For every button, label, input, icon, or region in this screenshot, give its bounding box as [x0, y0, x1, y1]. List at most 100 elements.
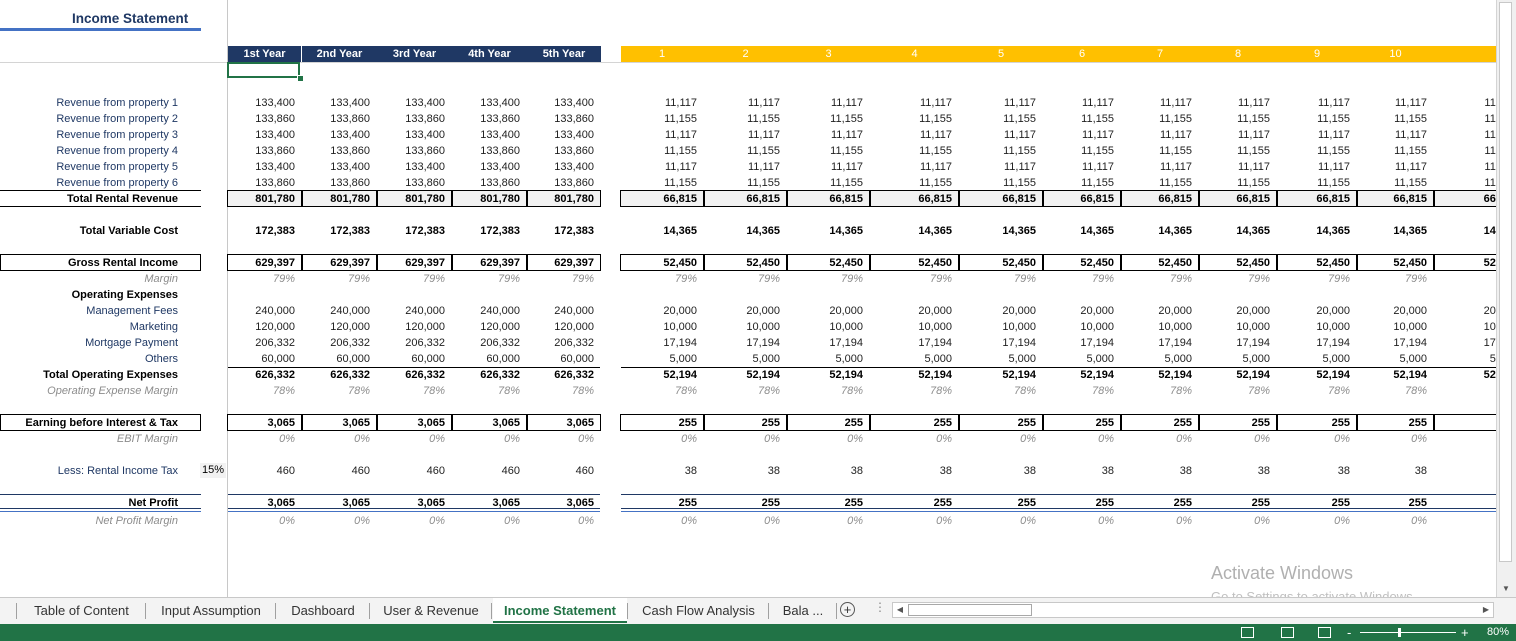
cell-rev3-month-4[interactable]: 11,117: [871, 128, 952, 142]
cell-ebit_margin-year-3[interactable]: 0%: [378, 432, 445, 446]
cell-rev2-year-1[interactable]: 133,860: [228, 112, 295, 126]
cell-total_opex-month-8[interactable]: 52,194: [1200, 368, 1270, 382]
cell-mgmt-month-4[interactable]: 20,000: [871, 304, 952, 318]
cell-mkt-month-10[interactable]: 10,000: [1358, 320, 1427, 334]
cell-others-year-3[interactable]: 60,000: [378, 352, 445, 366]
cell-total_opex-month-3[interactable]: 52,194: [788, 368, 863, 382]
cell-mort-month-2[interactable]: 17,194: [705, 336, 780, 350]
cell-mort-month-6[interactable]: 17,194: [1044, 336, 1114, 350]
cell-rev2-year-5[interactable]: 133,860: [528, 112, 594, 126]
cell-mgmt-year-4[interactable]: 240,000: [453, 304, 520, 318]
cell-rev3-month-1[interactable]: 11,117: [621, 128, 697, 142]
cell-total_rev-month-4[interactable]: 66,815: [871, 192, 952, 206]
cell-net-month-5[interactable]: 255: [960, 496, 1036, 510]
cell-rev5-month-6[interactable]: 11,117: [1044, 160, 1114, 174]
cell-others-month-4[interactable]: 5,000: [871, 352, 952, 366]
cell-ebit-year-2[interactable]: 3,065: [303, 416, 370, 430]
cell-rev2-year-4[interactable]: 133,860: [453, 112, 520, 126]
cell-rev5-year-5[interactable]: 133,400: [528, 160, 594, 174]
cell-mkt-month-9[interactable]: 10,000: [1278, 320, 1350, 334]
cell-ebit-year-4[interactable]: 3,065: [453, 416, 520, 430]
cell-net_margin-month-4[interactable]: 0%: [871, 514, 952, 528]
cell-tax-year-2[interactable]: 460: [303, 464, 370, 478]
cell-mort-year-5[interactable]: 206,332: [528, 336, 594, 350]
cell-rev1-month-1[interactable]: 11,117: [621, 96, 697, 110]
cell-margin-year-3[interactable]: 79%: [378, 272, 445, 286]
cell-tax-month-5[interactable]: 38: [960, 464, 1036, 478]
sheet-tab-user-revenue[interactable]: User & Revenue: [371, 598, 491, 623]
cell-opex_margin-year-1[interactable]: 78%: [228, 384, 295, 398]
cell-net_margin-month-8[interactable]: 0%: [1200, 514, 1270, 528]
cell-gross-year-3[interactable]: 629,397: [378, 256, 445, 270]
cell-net-year-4[interactable]: 3,065: [453, 496, 520, 510]
cell-rev1-year-5[interactable]: 133,400: [528, 96, 594, 110]
cell-rev1-month-2[interactable]: 11,117: [705, 96, 780, 110]
cell-margin-month-1[interactable]: 79%: [621, 272, 697, 286]
cell-rev3-year-2[interactable]: 133,400: [303, 128, 370, 142]
sheet-tab-dashboard[interactable]: Dashboard: [277, 598, 369, 623]
cell-total_rev-month-11[interactable]: 66,8: [1435, 192, 1496, 206]
cell-gross-month-6[interactable]: 52,450: [1044, 256, 1114, 270]
cell-margin-month-8[interactable]: 79%: [1200, 272, 1270, 286]
cell-tax-month-1[interactable]: 38: [621, 464, 697, 478]
tax-rate-cell[interactable]: 15%: [200, 463, 226, 478]
cell-mgmt-month-6[interactable]: 20,000: [1044, 304, 1114, 318]
cell-total_opex-month-9[interactable]: 52,194: [1278, 368, 1350, 382]
cell-rev2-year-2[interactable]: 133,860: [303, 112, 370, 126]
sheet-tab-input-assumption[interactable]: Input Assumption: [147, 598, 275, 623]
add-sheet-icon[interactable]: +: [840, 602, 855, 617]
cell-rev5-month-4[interactable]: 11,117: [871, 160, 952, 174]
cell-others-month-1[interactable]: 5,000: [621, 352, 697, 366]
cell-rev2-month-1[interactable]: 11,155: [621, 112, 697, 126]
cell-net-month-8[interactable]: 255: [1200, 496, 1270, 510]
cell-rev1-month-11[interactable]: 11,1: [1435, 96, 1496, 110]
sheet-tab-income-statement[interactable]: Income Statement: [493, 598, 627, 623]
cell-net-month-6[interactable]: 255: [1044, 496, 1114, 510]
tab-overflow-icon[interactable]: ⋮: [874, 600, 886, 614]
cell-others-month-9[interactable]: 5,000: [1278, 352, 1350, 366]
cell-mkt-month-11[interactable]: 10,0: [1435, 320, 1496, 334]
cell-mort-month-11[interactable]: 17,1: [1435, 336, 1496, 350]
cell-margin-month-7[interactable]: 79%: [1122, 272, 1192, 286]
zoom-level[interactable]: 80%: [1487, 624, 1509, 641]
cell-gross-month-8[interactable]: 52,450: [1200, 256, 1270, 270]
cell-rev2-month-2[interactable]: 11,155: [705, 112, 780, 126]
cell-rev6-month-2[interactable]: 11,155: [705, 176, 780, 190]
cell-var_cost-month-10[interactable]: 14,365: [1358, 224, 1427, 238]
cell-total_opex-month-11[interactable]: 52,1: [1435, 368, 1496, 382]
cell-rev1-month-4[interactable]: 11,117: [871, 96, 952, 110]
cell-var_cost-month-5[interactable]: 14,365: [960, 224, 1036, 238]
cell-mkt-year-1[interactable]: 120,000: [228, 320, 295, 334]
sheet-tab-bala[interactable]: Bala ...: [770, 598, 836, 623]
horizontal-scroll-thumb[interactable]: [908, 604, 1032, 616]
cell-net_margin-year-4[interactable]: 0%: [453, 514, 520, 528]
sheet-tab-table-of-content[interactable]: Table of Content: [18, 598, 145, 623]
cell-total_rev-year-4[interactable]: 801,780: [453, 192, 520, 206]
cell-rev6-month-10[interactable]: 11,155: [1358, 176, 1427, 190]
cell-rev3-year-4[interactable]: 133,400: [453, 128, 520, 142]
cell-net_margin-month-9[interactable]: 0%: [1278, 514, 1350, 528]
cell-net-month-10[interactable]: 255: [1358, 496, 1427, 510]
cell-rev4-month-3[interactable]: 11,155: [788, 144, 863, 158]
cell-var_cost-year-3[interactable]: 172,383: [378, 224, 445, 238]
cell-margin-month-5[interactable]: 79%: [960, 272, 1036, 286]
cell-ebit-month-9[interactable]: 255: [1278, 416, 1350, 430]
zoom-slider[interactable]: [1360, 632, 1456, 633]
cell-ebit_margin-month-8[interactable]: 0%: [1200, 432, 1270, 446]
cell-rev2-month-4[interactable]: 11,155: [871, 112, 952, 126]
cell-rev5-month-3[interactable]: 11,117: [788, 160, 863, 174]
cell-ebit-month-5[interactable]: 255: [960, 416, 1036, 430]
cell-others-month-11[interactable]: 5,0: [1435, 352, 1496, 366]
cell-gross-year-2[interactable]: 629,397: [303, 256, 370, 270]
cell-net-month-1[interactable]: 255: [621, 496, 697, 510]
cell-ebit_margin-month-3[interactable]: 0%: [788, 432, 863, 446]
cell-rev2-month-11[interactable]: 11,1: [1435, 112, 1496, 126]
cell-net-month-9[interactable]: 255: [1278, 496, 1350, 510]
cell-total_rev-month-1[interactable]: 66,815: [621, 192, 697, 206]
cell-net_margin-year-5[interactable]: 0%: [528, 514, 594, 528]
cell-total_rev-year-5[interactable]: 801,780: [528, 192, 594, 206]
cell-rev6-month-1[interactable]: 11,155: [621, 176, 697, 190]
cell-total_rev-year-2[interactable]: 801,780: [303, 192, 370, 206]
cell-mkt-year-5[interactable]: 120,000: [528, 320, 594, 334]
cell-rev2-year-3[interactable]: 133,860: [378, 112, 445, 126]
